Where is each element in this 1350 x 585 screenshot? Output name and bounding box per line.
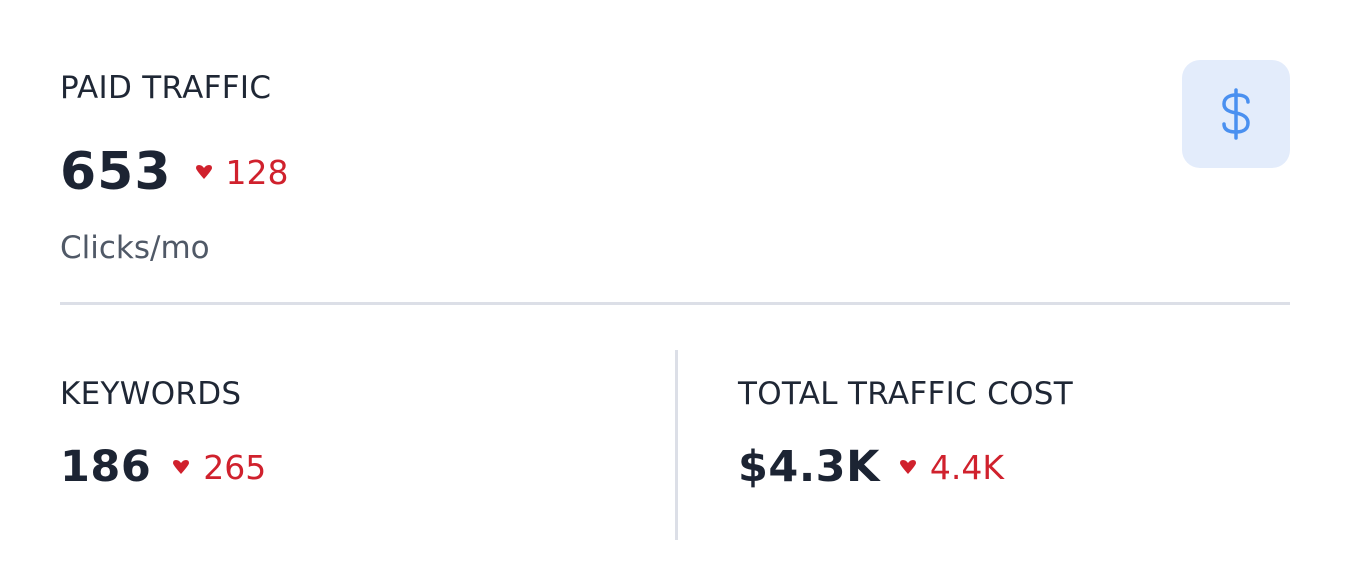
total-traffic-cost-value-row: $4.3K 4.4K xyxy=(738,442,1004,492)
paid-traffic-unit: Clicks/mo xyxy=(60,230,210,266)
total-traffic-cost-value: $4.3K xyxy=(738,442,880,492)
paid-traffic-value-row: 653 128 xyxy=(60,142,289,202)
keywords-title: KEYWORDS xyxy=(60,376,242,412)
dollar-icon-tile xyxy=(1182,60,1290,168)
keywords-value-row: 186 265 xyxy=(60,442,266,492)
horizontal-divider xyxy=(60,302,1290,305)
total-traffic-cost-change: 4.4K xyxy=(898,448,1004,487)
paid-traffic-change: 128 xyxy=(194,153,289,192)
paid-traffic-change-value: 128 xyxy=(225,152,289,192)
keywords-change: 265 xyxy=(171,448,266,487)
paid-traffic-title: PAID TRAFFIC xyxy=(60,70,272,106)
paid-traffic-card: PAID TRAFFIC 653 128 Clicks/mo KEYWORDS … xyxy=(0,0,1350,585)
keywords-value: 186 xyxy=(60,442,152,492)
arrow-down-icon xyxy=(195,165,212,179)
dollar-icon xyxy=(1222,88,1250,140)
arrow-down-icon xyxy=(899,460,916,474)
paid-traffic-value: 653 xyxy=(60,142,172,202)
total-traffic-cost-change-value: 4.4K xyxy=(929,447,1005,487)
keywords-change-value: 265 xyxy=(203,447,267,487)
vertical-divider xyxy=(675,350,678,540)
arrow-down-icon xyxy=(173,460,190,474)
total-traffic-cost-title: TOTAL TRAFFIC COST xyxy=(738,376,1073,412)
